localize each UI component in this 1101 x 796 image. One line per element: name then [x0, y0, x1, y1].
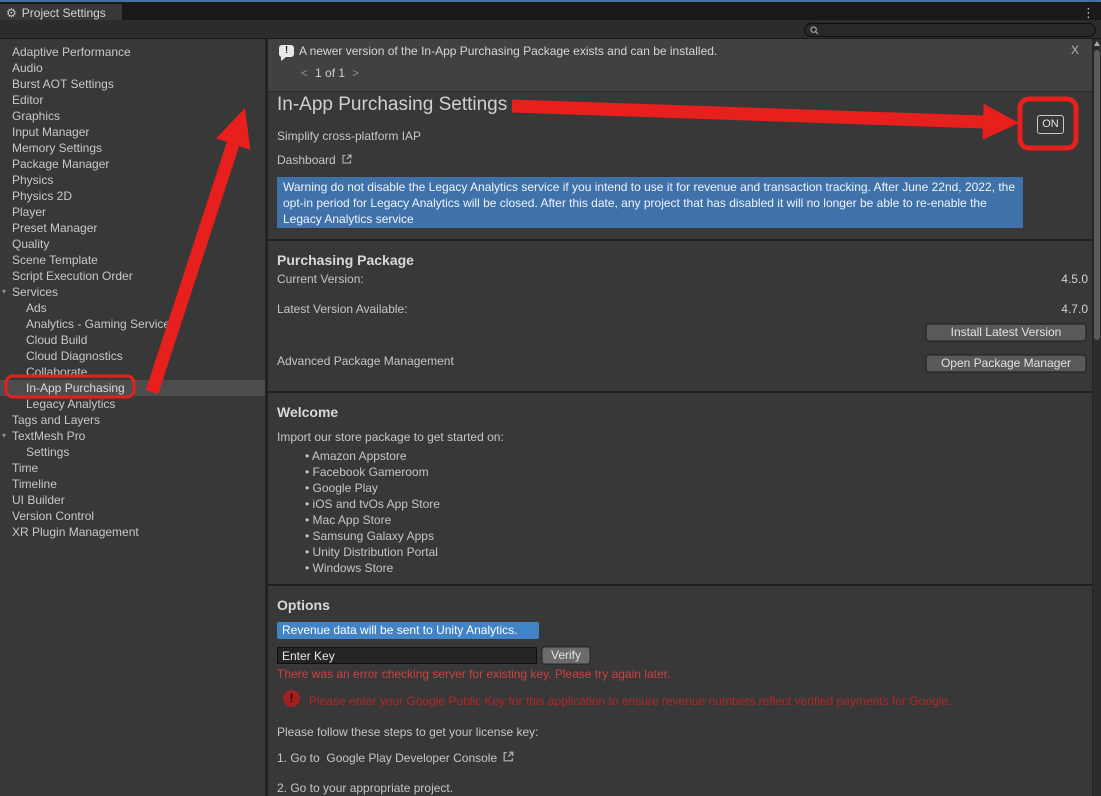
- sidebar-item-services[interactable]: ▾Services: [0, 284, 265, 300]
- foldout-triangle-icon[interactable]: ▾: [2, 284, 6, 300]
- sidebar-item-burst-aot[interactable]: Burst AOT Settings: [0, 76, 265, 92]
- purchasing-package-heading: Purchasing Package: [277, 252, 414, 268]
- sidebar-item-script-execution-order[interactable]: Script Execution Order: [0, 268, 265, 284]
- sidebar-item-preset-manager[interactable]: Preset Manager: [0, 220, 265, 236]
- pager-next-icon[interactable]: >: [352, 66, 359, 80]
- scrollbar-thumb[interactable]: [1094, 50, 1100, 340]
- sidebar-item-audio[interactable]: Audio: [0, 60, 265, 76]
- pager-text: 1 of 1: [315, 66, 345, 80]
- sidebar-item-analytics-gaming-services[interactable]: Analytics - Gaming Services: [0, 316, 265, 332]
- section-divider: [268, 584, 1092, 586]
- store-list-item: Samsung Galaxy Apps: [305, 529, 434, 543]
- current-version-value: 4.5.0: [1061, 272, 1088, 286]
- advanced-package-management-label: Advanced Package Management: [277, 354, 454, 368]
- sidebar-item-memory-settings[interactable]: Memory Settings: [0, 140, 265, 156]
- sidebar-item-physics[interactable]: Physics: [0, 172, 265, 188]
- sidebar-item-ads[interactable]: Ads: [0, 300, 265, 316]
- sidebar-item-xr-plugin-management[interactable]: XR Plugin Management: [0, 524, 265, 540]
- kebab-menu-icon[interactable]: ⋮: [1082, 6, 1095, 21]
- sidebar-item-editor[interactable]: Editor: [0, 92, 265, 108]
- sidebar-item-textmesh-settings[interactable]: Settings: [0, 444, 265, 460]
- sidebar-item-tags-and-layers[interactable]: Tags and Layers: [0, 412, 265, 428]
- store-list-item: Facebook Gameroom: [305, 465, 429, 479]
- step-1: 1. Go to Google Play Developer Console: [277, 750, 515, 766]
- google-key-error-text: Please enter your Google Public Key for …: [309, 694, 951, 708]
- page-title: In-App Purchasing Settings: [277, 94, 507, 116]
- welcome-heading: Welcome: [277, 404, 338, 420]
- window-title: Project Settings: [22, 6, 106, 20]
- sidebar-item-legacy-analytics[interactable]: Legacy Analytics: [0, 396, 265, 412]
- verify-button[interactable]: Verify: [542, 647, 590, 664]
- latest-version-label: Latest Version Available:: [277, 302, 408, 316]
- sidebar-item-cloud-build[interactable]: Cloud Build: [0, 332, 265, 348]
- sidebar-item-in-app-purchasing[interactable]: In-App Purchasing: [0, 380, 265, 396]
- open-package-manager-button[interactable]: Open Package Manager: [926, 355, 1086, 372]
- banner-message: A newer version of the In-App Purchasing…: [299, 44, 717, 58]
- search-box[interactable]: [804, 23, 1096, 37]
- search-icon: [810, 26, 819, 35]
- sidebar-item-graphics[interactable]: Graphics: [0, 108, 265, 124]
- external-link-icon: [341, 153, 353, 168]
- dashboard-link[interactable]: Dashboard: [277, 153, 353, 168]
- toolbar: [0, 20, 1101, 39]
- scroll-up-arrow-icon[interactable]: [1094, 41, 1100, 46]
- settings-sidebar: Adaptive Performance Audio Burst AOT Set…: [0, 39, 265, 796]
- sidebar-item-physics-2d[interactable]: Physics 2D: [0, 188, 265, 204]
- sidebar-item-time[interactable]: Time: [0, 460, 265, 476]
- search-input[interactable]: [819, 24, 1079, 36]
- store-list-item: Google Play: [305, 481, 378, 495]
- banner-pager: < 1 of 1 >: [301, 66, 359, 80]
- external-link-icon: [502, 750, 515, 766]
- store-list-item: Unity Distribution Portal: [305, 545, 438, 559]
- update-notification-banner: ! A newer version of the In-App Purchasi…: [268, 39, 1092, 92]
- notification-bubble-icon: !: [279, 45, 294, 57]
- sidebar-item-collaborate[interactable]: Collaborate: [0, 364, 265, 380]
- welcome-intro: Import our store package to get started …: [277, 430, 504, 444]
- store-list-item: Mac App Store: [305, 513, 391, 527]
- install-latest-version-button[interactable]: Install Latest Version: [926, 324, 1086, 341]
- latest-version-value: 4.7.0: [1061, 302, 1088, 316]
- store-list-item: Windows Store: [305, 561, 393, 575]
- error-circle-icon: !: [283, 690, 300, 707]
- sidebar-item-textmesh-pro[interactable]: ▾TextMesh Pro: [0, 428, 265, 444]
- sidebar-item-version-control[interactable]: Version Control: [0, 508, 265, 524]
- sidebar-item-timeline[interactable]: Timeline: [0, 476, 265, 492]
- main-panel: ! A newer version of the In-App Purchasi…: [268, 39, 1092, 796]
- banner-close-icon[interactable]: X: [1071, 43, 1079, 57]
- options-heading: Options: [277, 597, 330, 613]
- analytics-note-badge: Revenue data will be sent to Unity Analy…: [277, 622, 539, 639]
- server-error-text: There was an error checking server for e…: [277, 667, 670, 681]
- sidebar-item-player[interactable]: Player: [0, 204, 265, 220]
- store-list-item: Amazon Appstore: [305, 449, 407, 463]
- legacy-analytics-warning: Warning do not disable the Legacy Analyt…: [277, 177, 1023, 228]
- service-toggle-on-button[interactable]: ON: [1037, 115, 1064, 134]
- license-steps-intro: Please follow these steps to get your li…: [277, 725, 538, 739]
- sidebar-item-package-manager[interactable]: Package Manager: [0, 156, 265, 172]
- gear-icon: ⚙: [6, 7, 17, 19]
- section-divider: [268, 391, 1092, 393]
- page-subtitle: Simplify cross-platform IAP: [277, 129, 421, 143]
- sidebar-item-input-manager[interactable]: Input Manager: [0, 124, 265, 140]
- sidebar-item-ui-builder[interactable]: UI Builder: [0, 492, 265, 508]
- sidebar-item-quality[interactable]: Quality: [0, 236, 265, 252]
- store-list-item: iOS and tvOs App Store: [305, 497, 440, 511]
- pager-prev-icon[interactable]: <: [301, 66, 308, 80]
- title-bar: ⚙ Project Settings ⋮: [0, 0, 1101, 20]
- sidebar-item-adaptive-performance[interactable]: Adaptive Performance: [0, 44, 265, 60]
- vertical-scrollbar[interactable]: [1092, 39, 1101, 796]
- step-2: 2. Go to your appropriate project.: [277, 781, 453, 795]
- sidebar-item-scene-template[interactable]: Scene Template: [0, 252, 265, 268]
- foldout-triangle-icon[interactable]: ▾: [2, 428, 6, 444]
- current-version-label: Current Version:: [277, 272, 364, 286]
- section-divider: [268, 239, 1092, 241]
- google-key-input[interactable]: [277, 647, 537, 664]
- sidebar-item-cloud-diagnostics[interactable]: Cloud Diagnostics: [0, 348, 265, 364]
- google-play-console-link[interactable]: Google Play Developer Console: [326, 751, 497, 765]
